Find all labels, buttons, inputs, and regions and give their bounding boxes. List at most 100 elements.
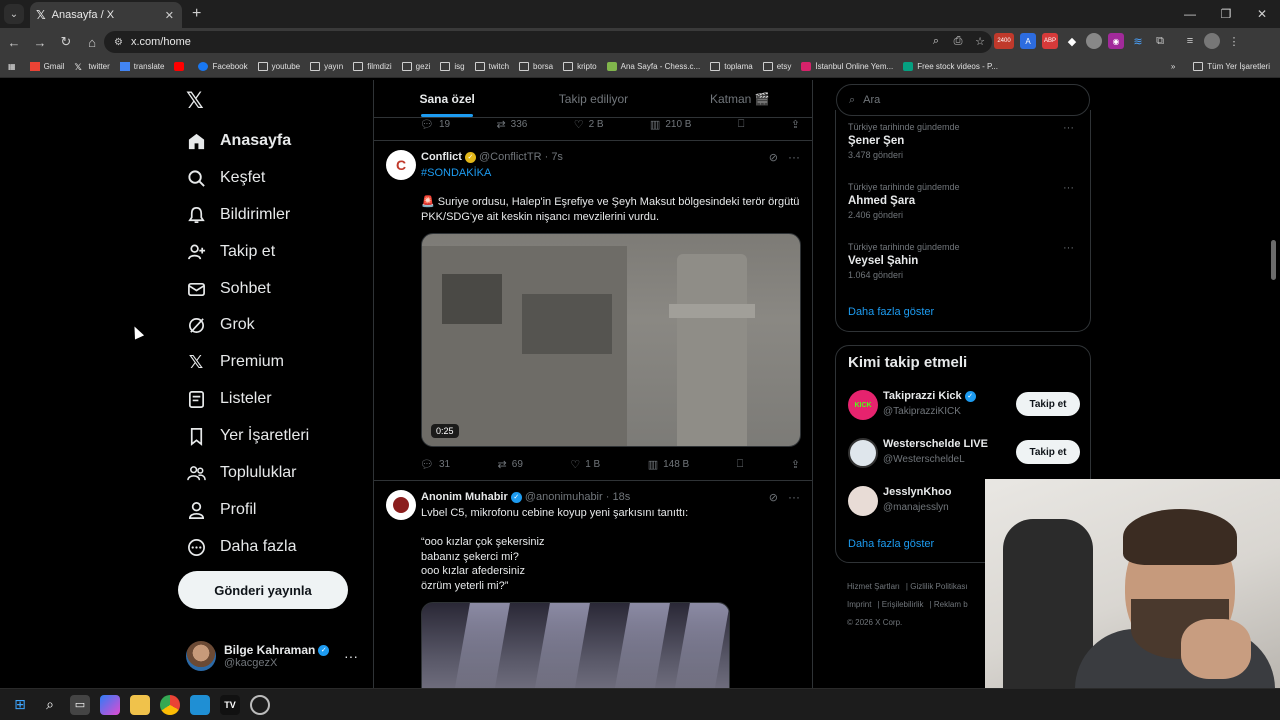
reply-button[interactable]: 💬︎ 19: [420, 118, 450, 131]
bookmark-istanbul[interactable]: İstanbul Online Yem...: [801, 62, 893, 71]
tradingview-icon[interactable]: TV: [220, 694, 240, 715]
app-icon[interactable]: [190, 694, 210, 715]
jesslyn-avatar[interactable]: [848, 486, 878, 516]
star-icon[interactable]: ☆: [972, 33, 988, 49]
purple-ext-icon[interactable]: ◉: [1108, 33, 1124, 49]
reload-icon[interactable]: ↻: [54, 34, 78, 50]
nav-item-chat[interactable]: Sohbet: [186, 276, 271, 302]
nav-item-explore[interactable]: Keşfet: [186, 165, 265, 191]
tweet-time[interactable]: · 18s: [606, 491, 630, 503]
bookmark-folder-borsa[interactable]: borsa: [519, 62, 553, 71]
footer-link[interactable]: Reklam b: [934, 600, 968, 609]
bookmark-folder-toplama[interactable]: toplama: [710, 62, 753, 71]
apps-grid-icon[interactable]: ▦: [8, 62, 16, 71]
install-icon[interactable]: ⎙: [950, 33, 966, 49]
tweet-video[interactable]: 0:25: [421, 233, 801, 447]
task-view-icon[interactable]: ▭: [70, 694, 90, 715]
close-tab-icon[interactable]: ✕: [165, 9, 174, 22]
trend-more-icon[interactable]: ···: [1063, 122, 1074, 134]
nav-item-lists[interactable]: Listeler: [186, 386, 272, 412]
nav-item-profile[interactable]: Profil: [186, 497, 256, 523]
search-icon[interactable]: ⌕: [40, 695, 60, 715]
show-more-link[interactable]: Daha fazla göster: [848, 306, 934, 318]
new-tab-icon[interactable]: +: [192, 5, 201, 23]
forward-icon[interactable]: →: [28, 35, 52, 50]
like-button[interactable]: ♡ 2 B: [574, 118, 604, 131]
repost-button[interactable]: ⇄ 336: [496, 118, 527, 131]
home-browser-icon[interactable]: ⌂: [80, 35, 104, 50]
tweet-more-icon[interactable]: ···: [788, 490, 800, 504]
scrollbar[interactable]: [1271, 240, 1276, 280]
views-button[interactable]: ▥ 148 B: [648, 458, 690, 471]
trend-more-icon[interactable]: ···: [1063, 242, 1074, 254]
follow-button[interactable]: Takip et: [1016, 392, 1080, 416]
nav-item-grok[interactable]: Grok: [186, 312, 255, 338]
back-icon[interactable]: ←: [2, 35, 26, 50]
browser-tab[interactable]: 𝕏 Anasayfa / X ✕: [30, 2, 182, 28]
obs-icon[interactable]: [250, 694, 270, 715]
author-handle[interactable]: @anonimuhabir: [525, 491, 603, 503]
file-explorer-icon[interactable]: [130, 694, 150, 715]
bookmark-button[interactable]: ⎕: [737, 458, 744, 471]
suggestion-row[interactable]: Westerschelde LIVE @WesterscheldeL Takip…: [848, 436, 1080, 472]
chrome-icon[interactable]: [160, 694, 180, 715]
suggestion-row[interactable]: KICK Takiprazzi Kick ✓ @TakiprazziKICK Ta…: [848, 388, 1080, 424]
bookmark-translate[interactable]: translate: [119, 62, 164, 71]
trend-item[interactable]: Türkiye tarihinde gündemde Veysel Şahin …: [848, 242, 1080, 280]
hashtag-link[interactable]: #SONDAKİKA: [421, 167, 491, 179]
browser-profile-icon[interactable]: [1204, 33, 1220, 49]
close-window-icon[interactable]: ✕: [1244, 0, 1280, 28]
tweet-more-icon[interactable]: ···: [788, 150, 800, 164]
grok-icon[interactable]: ⊘: [769, 151, 778, 164]
footer-link[interactable]: Erişilebilirlik: [882, 600, 924, 609]
grok-icon[interactable]: ⊘: [769, 491, 778, 504]
extensions-puzzle-icon[interactable]: ⧉: [1152, 33, 1168, 49]
bookmark-pexels[interactable]: Free stock videos - P...: [903, 62, 998, 71]
all-bookmarks[interactable]: Tüm Yer İşaretleri: [1193, 62, 1270, 71]
address-bar[interactable]: ⚙ x.com/home: [104, 31, 992, 53]
show-more-link[interactable]: Daha fazla göster: [848, 538, 934, 550]
translate-ext-icon[interactable]: A: [1020, 33, 1036, 49]
bookmark-folder-isg[interactable]: isg: [440, 62, 465, 71]
copilot-icon[interactable]: [100, 694, 120, 715]
footer-link[interactable]: Hizmet Şartları: [847, 582, 900, 591]
bookmark-facebook[interactable]: Facebook: [198, 62, 248, 71]
like-button[interactable]: ♡ 1 B: [570, 458, 600, 471]
bookmark-folder-etsy[interactable]: etsy: [762, 62, 791, 71]
tab-katman[interactable]: Katman 🎬: [667, 80, 812, 117]
kick-avatar[interactable]: KICK: [848, 390, 878, 420]
bookmark-folder-kripto[interactable]: kripto: [563, 62, 597, 71]
tab-following[interactable]: Takip ediliyor: [520, 80, 666, 117]
nav-item-follow[interactable]: Takip et: [186, 239, 275, 265]
trend-item[interactable]: Türkiye tarihinde gündemde Şener Şen 3.4…: [848, 122, 1080, 160]
tab-search-icon[interactable]: ⌄: [4, 4, 24, 24]
nav-item-notifications[interactable]: Bildirimler: [186, 202, 290, 228]
westerschelde-avatar[interactable]: [848, 438, 878, 468]
share-button[interactable]: ⇪: [791, 118, 800, 131]
post-button[interactable]: Gönderi yayınla: [178, 571, 348, 609]
diamond-ext-icon[interactable]: ◆: [1064, 33, 1080, 49]
footer-link[interactable]: Imprint: [847, 600, 871, 609]
trend-more-icon[interactable]: ···: [1063, 182, 1074, 194]
windows-start-icon[interactable]: ⊞: [10, 695, 30, 715]
tweet-video[interactable]: [421, 602, 730, 688]
bookmark-folder-gezi[interactable]: gezi: [401, 62, 430, 71]
account-switcher[interactable]: Bilge Kahraman ✓ @kacgezX ···: [186, 638, 358, 674]
browser-menu-icon[interactable]: ⋮: [1226, 33, 1242, 49]
trend-item[interactable]: Türkiye tarihinde gündemde Ahmed Şara 2.…: [848, 182, 1080, 220]
nav-item-more[interactable]: Daha fazla: [186, 534, 297, 560]
footer-link[interactable]: Gizlilik Politikası: [910, 582, 967, 591]
tab-for-you[interactable]: Sana özel: [374, 80, 520, 117]
follow-button[interactable]: Takip et: [1016, 440, 1080, 464]
avatar[interactable]: C: [386, 150, 416, 180]
audio-ext-icon[interactable]: ≋: [1130, 33, 1146, 49]
author-name[interactable]: Conflict: [421, 151, 462, 163]
author-name[interactable]: Anonim Muhabir: [421, 491, 508, 503]
repost-button[interactable]: ⇄ 69: [498, 458, 523, 471]
nav-item-bookmarks[interactable]: Yer İşaretleri: [186, 423, 309, 449]
maximize-icon[interactable]: ❐: [1208, 0, 1244, 28]
minimize-icon[interactable]: —: [1172, 0, 1208, 28]
more-bookmarks-icon[interactable]: »: [1171, 62, 1175, 71]
extension-badge-icon[interactable]: 2400: [994, 33, 1014, 49]
bookmark-folder-filmdizi[interactable]: filmdizi: [353, 62, 392, 71]
